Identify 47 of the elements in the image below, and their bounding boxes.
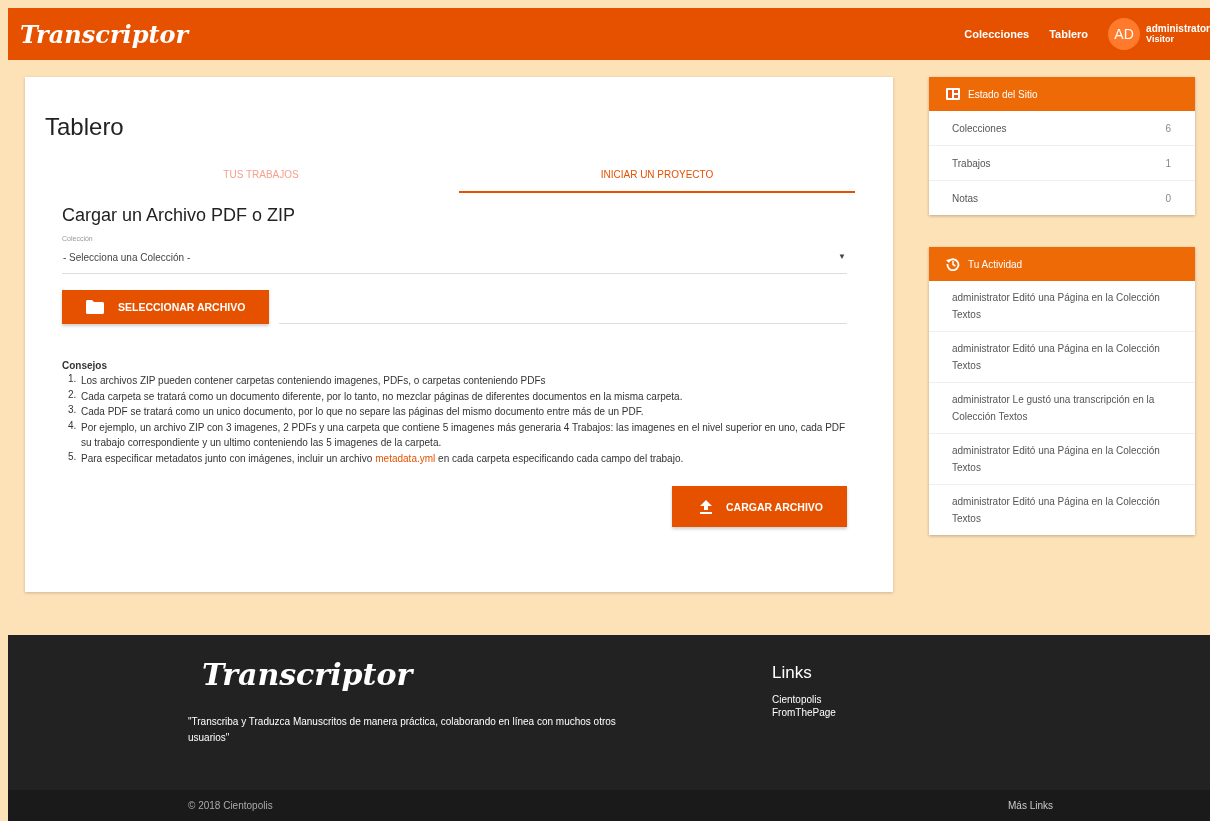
metadata-link[interactable]: metadata.yml: [375, 452, 436, 464]
activity-item[interactable]: administrator Editó una Página en la Colección Textos: [929, 433, 1195, 484]
footer-quote: "Transcriba y Traduzca Manuscritos de manera práctica, colaborando en línea con muchos otros usuarios": [188, 715, 617, 745]
dashboard-icon: [946, 88, 960, 100]
activity-item[interactable]: administrator Editó una Página en la Colección Textos: [929, 484, 1195, 535]
history-icon: [946, 257, 960, 271]
stat-label: Notas: [952, 192, 979, 204]
folder-icon: [86, 300, 104, 314]
tip-text: Para especificar metadatos junto con imágenes, incluir un archivo metadata.yml en cada carpeta especificando cada campo del trabajo.: [81, 451, 684, 466]
footer-link[interactable]: FromThePage: [772, 706, 836, 719]
stat-label: Trabajos: [952, 157, 991, 169]
nav-link[interactable]: Colecciones: [964, 28, 1030, 40]
tip-text: Los archivos ZIP pueden contener carpetas conteniendo imagenes, PDFs, o carpetas conteniendo PDFs: [81, 374, 546, 388]
list-number: 4.: [68, 419, 78, 433]
panel-title: Tu Actividad: [968, 258, 1023, 270]
footer-logo: Transcriptor: [202, 657, 415, 692]
list-number: 2.: [68, 388, 78, 402]
nav-link[interactable]: Tablero: [1049, 28, 1089, 40]
stat-value: 6: [1165, 122, 1171, 134]
user-role: Visitor: [1146, 34, 1175, 44]
logo[interactable]: Transcriptor: [20, 19, 189, 49]
tip-text: Cada PDF se tratará como un unico documento, por lo que no separe las páginas del mismo documento entre más de un PDF.: [81, 405, 644, 419]
tab[interactable]: INICIAR UN PROYECTO: [459, 161, 855, 193]
upload-button[interactable]: CARGAR ARCHIVO: [671, 486, 847, 527]
footer-link[interactable]: Cientopolis: [772, 693, 836, 706]
list-number: 1.: [68, 373, 78, 386]
stat-value: 0: [1165, 192, 1171, 204]
user-name: administrator: [1146, 24, 1210, 34]
upload-icon: [699, 499, 712, 514]
stat-label: Colecciones: [952, 122, 1007, 134]
tips-title: Consejos: [62, 360, 108, 371]
activity-item[interactable]: administrator Le gustó una transcripción en la Colección Textos: [929, 382, 1195, 433]
more-links-link[interactable]: Más Links: [1008, 800, 1053, 811]
panel-title: Estado del Sitio: [968, 88, 1038, 100]
activity-item[interactable]: administrator Editó una Página en la Colección Textos: [929, 331, 1195, 382]
copyright: © 2018 Cientopolis: [188, 800, 273, 811]
list-number: 3.: [68, 404, 78, 417]
tip-text: Cada carpeta se tratará como un documento diferente, por lo tanto, no mezclar páginas de diferentes documentos en la misma carpeta.: [81, 389, 683, 404]
tip-text: Por ejemplo, un archivo ZIP con 3 imagenes, 2 PDFs y una carpeta que contiene 5 imagenes más generaria 4 Trabajos: las imagenes en el nivel superior en uno, cada PDF su trabajo correspondiente y un ultimo conteniendo las 5 imagenes de la carpeta.: [81, 420, 847, 450]
section-title: Cargar un Archivo PDF o ZIP: [62, 205, 296, 226]
stat-value: 1: [1165, 157, 1171, 169]
select-file-button[interactable]: SELECCIONAR ARCHIVO: [62, 290, 270, 324]
list-number: 5.: [68, 450, 78, 464]
collection-select[interactable]: - Selecciona una Colección - ▼: [62, 244, 847, 274]
activity-item[interactable]: administrator Editó una Página en la Colección Textos: [929, 281, 1195, 331]
links-title: Links: [772, 663, 813, 683]
page-title: Tablero: [45, 113, 124, 141]
